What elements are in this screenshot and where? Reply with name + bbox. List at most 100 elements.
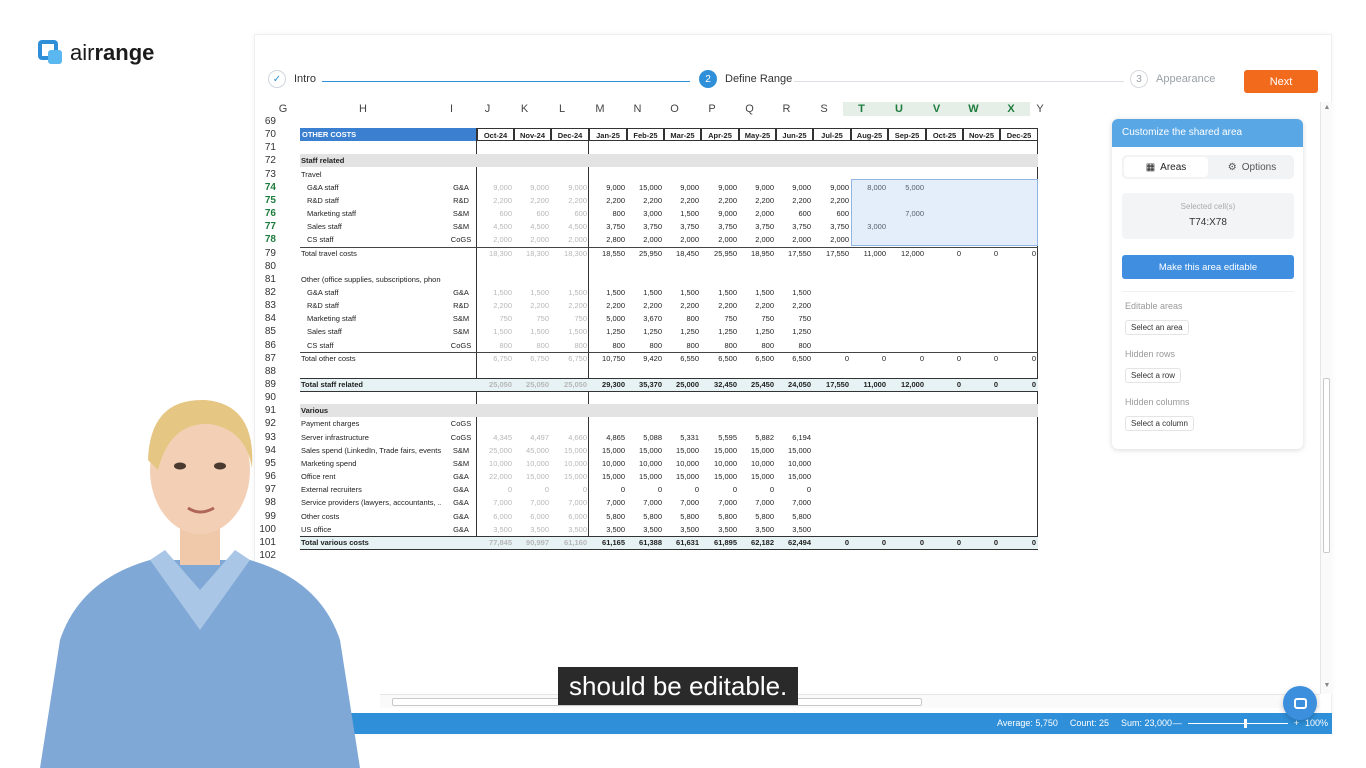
value-cell[interactable]: 2,200 xyxy=(701,194,739,207)
row-label[interactable]: Total other costs xyxy=(301,352,441,365)
row-department[interactable]: S&M xyxy=(447,220,475,233)
row-number[interactable]: 70 xyxy=(252,128,276,141)
value-cell[interactable]: 10,000 xyxy=(589,457,627,470)
value-cell[interactable]: 3,750 xyxy=(776,220,813,233)
value-cell[interactable]: 0 xyxy=(851,352,888,365)
column-header-Y[interactable]: Y xyxy=(1030,102,1050,116)
value-cell[interactable]: 750 xyxy=(776,312,813,325)
value-cell[interactable]: 3,500 xyxy=(776,523,813,536)
tab-areas[interactable]: ▦ Areas xyxy=(1124,157,1208,177)
row-department[interactable]: S&M xyxy=(447,207,475,220)
row-number[interactable]: 69 xyxy=(252,115,276,128)
value-cell[interactable]: 9,000 xyxy=(813,181,851,194)
value-cell[interactable]: 9,000 xyxy=(477,181,514,194)
value-cell[interactable]: 15,000 xyxy=(627,444,664,457)
value-cell[interactable]: 15,000 xyxy=(589,470,627,483)
value-cell[interactable]: 10,750 xyxy=(589,352,627,365)
row-label[interactable]: Travel xyxy=(301,168,441,181)
value-cell[interactable]: 0 xyxy=(627,483,664,496)
value-cell[interactable]: 18,300 xyxy=(551,247,589,260)
value-cell[interactable]: 3,750 xyxy=(664,220,701,233)
value-cell[interactable]: 0 xyxy=(926,247,963,260)
value-cell[interactable]: 0 xyxy=(551,483,589,496)
value-cell[interactable]: 0 xyxy=(589,483,627,496)
row-number[interactable]: 85 xyxy=(252,325,276,338)
row-label[interactable]: Marketing staff xyxy=(307,207,441,220)
value-cell[interactable]: 0 xyxy=(963,352,1000,365)
value-cell[interactable]: 25,950 xyxy=(701,247,739,260)
select-column-button[interactable]: Select a column xyxy=(1125,416,1194,431)
value-cell[interactable]: 750 xyxy=(514,312,551,325)
value-cell[interactable]: 1,500 xyxy=(776,286,813,299)
value-cell[interactable]: 10,000 xyxy=(701,457,739,470)
value-cell[interactable]: 32,450 xyxy=(701,378,739,391)
value-cell[interactable]: 1,250 xyxy=(627,325,664,338)
value-cell[interactable]: 600 xyxy=(551,207,589,220)
value-cell[interactable]: 2,200 xyxy=(514,194,551,207)
value-cell[interactable]: 7,000 xyxy=(664,496,701,509)
row-number[interactable]: 81 xyxy=(252,273,276,286)
row-department[interactable]: G&A xyxy=(447,286,475,299)
value-cell[interactable]: 5,800 xyxy=(664,510,701,523)
value-cell[interactable]: 0 xyxy=(514,483,551,496)
row-label[interactable]: G&A staff xyxy=(307,181,441,194)
value-cell[interactable]: 800 xyxy=(701,339,739,352)
value-cell[interactable]: 29,300 xyxy=(589,378,627,391)
month-header[interactable]: Dec-25 xyxy=(1000,128,1038,142)
row-department[interactable]: G&A xyxy=(447,470,475,483)
value-cell[interactable]: 2,200 xyxy=(477,299,514,312)
column-header-N[interactable]: N xyxy=(619,102,656,116)
value-cell[interactable]: 2,200 xyxy=(551,299,589,312)
value-cell[interactable]: 800 xyxy=(551,339,589,352)
row-department[interactable]: S&M xyxy=(447,325,475,338)
value-cell[interactable]: 25,050 xyxy=(477,378,514,391)
value-cell[interactable]: 15,000 xyxy=(551,444,589,457)
value-cell[interactable]: 6,500 xyxy=(701,352,739,365)
value-cell[interactable]: 6,000 xyxy=(514,510,551,523)
vertical-scroll-thumb[interactable] xyxy=(1323,378,1330,553)
value-cell[interactable]: 750 xyxy=(477,312,514,325)
value-cell[interactable]: 0 xyxy=(851,536,888,549)
value-cell[interactable]: 11,000 xyxy=(851,247,888,260)
value-cell[interactable]: 3,750 xyxy=(589,220,627,233)
selected-range[interactable] xyxy=(851,179,1038,246)
value-cell[interactable]: 5,331 xyxy=(664,431,701,444)
value-cell[interactable]: 10,000 xyxy=(627,457,664,470)
month-header[interactable]: Jul-25 xyxy=(813,128,851,142)
row-label[interactable]: CS staff xyxy=(307,339,441,352)
value-cell[interactable]: 61,631 xyxy=(664,536,701,549)
value-cell[interactable]: 4,500 xyxy=(477,220,514,233)
value-cell[interactable]: 77,845 xyxy=(477,536,514,549)
month-header[interactable]: Oct-25 xyxy=(926,128,963,142)
value-cell[interactable]: 800 xyxy=(664,339,701,352)
value-cell[interactable]: 2,000 xyxy=(664,233,701,246)
value-cell[interactable]: 45,000 xyxy=(514,444,551,457)
row-department[interactable]: CoGS xyxy=(447,431,475,444)
value-cell[interactable]: 6,550 xyxy=(664,352,701,365)
value-cell[interactable]: 7,000 xyxy=(739,496,776,509)
value-cell[interactable]: 3,670 xyxy=(627,312,664,325)
value-cell[interactable]: 5,800 xyxy=(739,510,776,523)
value-cell[interactable]: 5,595 xyxy=(701,431,739,444)
value-cell[interactable]: 62,182 xyxy=(739,536,776,549)
row-label[interactable] xyxy=(301,365,441,378)
column-header-S[interactable]: S xyxy=(805,102,843,116)
value-cell[interactable]: 5,882 xyxy=(739,431,776,444)
value-cell[interactable]: 6,750 xyxy=(514,352,551,365)
value-cell[interactable]: 10,000 xyxy=(514,457,551,470)
value-cell[interactable]: 12,000 xyxy=(888,378,926,391)
value-cell[interactable]: 1,500 xyxy=(551,286,589,299)
value-cell[interactable]: 2,200 xyxy=(813,194,851,207)
value-cell[interactable]: 18,550 xyxy=(589,247,627,260)
row-number[interactable]: 77 xyxy=(252,220,276,233)
value-cell[interactable]: 0 xyxy=(701,483,739,496)
value-cell[interactable]: 0 xyxy=(888,352,926,365)
value-cell[interactable]: 17,550 xyxy=(813,378,851,391)
value-cell[interactable]: 0 xyxy=(477,483,514,496)
row-department[interactable]: S&M xyxy=(447,457,475,470)
month-header[interactable]: Jun-25 xyxy=(776,128,813,142)
value-cell[interactable]: 2,200 xyxy=(514,299,551,312)
value-cell[interactable]: 0 xyxy=(1000,378,1038,391)
column-header-I[interactable]: I xyxy=(434,102,469,116)
value-cell[interactable]: 15,000 xyxy=(701,470,739,483)
